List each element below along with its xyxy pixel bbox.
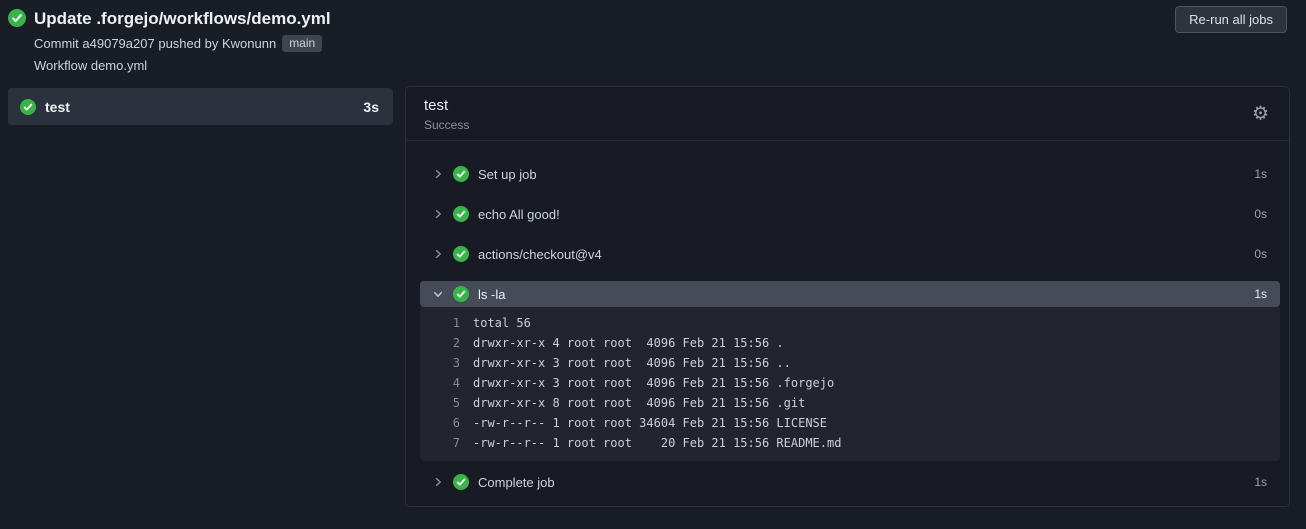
step-log-output: 1 total 56 2 drwxr-xr-x 4 root root 4096… [420,307,1280,461]
log-line: 2 drwxr-xr-x 4 root root 4096 Feb 21 15:… [420,333,1280,353]
log-line-text: drwxr-xr-x 3 root root 4096 Feb 21 15:56… [473,376,835,390]
log-line: 4 drwxr-xr-x 3 root root 4096 Feb 21 15:… [420,373,1280,393]
step-label: echo All good! [478,206,560,222]
rerun-all-jobs-button[interactable]: Re-run all jobs [1175,6,1287,33]
job-status: Success [424,118,470,132]
workflow-line: Workflow demo.yml [34,58,331,73]
sidebar-item-job-test[interactable]: test 3s [8,88,393,125]
step-row-ls-la[interactable]: ls -la 1s [420,281,1280,307]
step-label: Complete job [478,474,555,490]
log-line-number[interactable]: 5 [420,396,460,410]
step-list: Set up job 1s echo All good! 0s actions/… [406,141,1289,495]
log-line: 3 drwxr-xr-x 3 root root 4096 Feb 21 15:… [420,353,1280,373]
branch-badge[interactable]: main [282,35,323,52]
check-circle-icon [453,286,469,302]
check-circle-icon [8,9,26,73]
step-duration: 1s [1254,167,1267,181]
log-line: 6 -rw-r--r-- 1 root root 34604 Feb 21 15… [420,413,1280,433]
chevron-down-icon [432,288,444,300]
commit-author-link[interactable]: Kwonunn [222,36,276,51]
log-line-number[interactable]: 4 [420,376,460,390]
job-title: test [424,97,449,114]
log-line-text: drwxr-xr-x 4 root root 4096 Feb 21 15:56… [473,336,784,350]
run-header-text: Update .forgejo/workflows/demo.yml Commi… [34,9,331,73]
check-circle-icon [453,474,469,490]
log-line-number[interactable]: 7 [420,436,460,450]
check-circle-icon [453,166,469,182]
log-line-number[interactable]: 1 [420,316,460,330]
commit-label: Commit [34,36,79,51]
step-duration: 0s [1254,247,1267,261]
commit-line: Commit a49079a207 pushed by Kwonunn main [34,35,331,52]
chevron-right-icon [432,168,444,180]
gear-icon[interactable]: ⚙ [1252,104,1269,123]
check-circle-icon [453,246,469,262]
job-panel: test Success ⚙ Set up job 1s echo All go… [405,86,1290,507]
job-name: test [45,98,70,115]
run-header: Update .forgejo/workflows/demo.yml Commi… [8,9,331,73]
log-line: 7 -rw-r--r-- 1 root root 20 Feb 21 15:56… [420,433,1280,453]
chevron-right-icon [432,208,444,220]
step-label: Set up job [478,166,537,182]
log-line: 5 drwxr-xr-x 8 root root 4096 Feb 21 15:… [420,393,1280,413]
step-duration: 1s [1254,475,1267,489]
step-row-setup-job[interactable]: Set up job 1s [420,161,1280,187]
step-row-checkout[interactable]: actions/checkout@v4 0s [420,241,1280,267]
log-line: 1 total 56 [420,313,1280,333]
step-row-complete-job[interactable]: Complete job 1s [420,469,1280,495]
workflow-name: demo.yml [90,58,148,73]
log-line-number[interactable]: 3 [420,356,460,370]
job-panel-header: test Success ⚙ [406,87,1289,141]
check-circle-icon [453,206,469,222]
check-circle-icon [20,98,36,115]
step-label: actions/checkout@v4 [478,246,602,262]
step-row-echo[interactable]: echo All good! 0s [420,201,1280,227]
commit-middle: pushed by [158,36,219,51]
workflow-run-page: Update .forgejo/workflows/demo.yml Commi… [0,0,1306,529]
job-duration: 3s [363,98,379,115]
commit-sha-link[interactable]: a49079a207 [82,36,154,51]
log-line-text: -rw-r--r-- 1 root root 20 Feb 21 15:56 R… [473,436,842,450]
log-line-text: -rw-r--r-- 1 root root 34604 Feb 21 15:5… [473,416,828,430]
log-line-number[interactable]: 6 [420,416,460,430]
log-line-text: drwxr-xr-x 3 root root 4096 Feb 21 15:56… [473,356,791,370]
chevron-right-icon [432,476,444,488]
log-line-text: drwxr-xr-x 8 root root 4096 Feb 21 15:56… [473,396,806,410]
step-duration: 1s [1254,287,1267,301]
log-line-number[interactable]: 2 [420,336,460,350]
step-label: ls -la [478,286,506,302]
step-duration: 0s [1254,207,1267,221]
run-title: Update .forgejo/workflows/demo.yml [34,9,331,28]
log-line-text: total 56 [473,316,531,330]
workflow-label: Workflow [34,58,88,73]
chevron-right-icon [432,248,444,260]
